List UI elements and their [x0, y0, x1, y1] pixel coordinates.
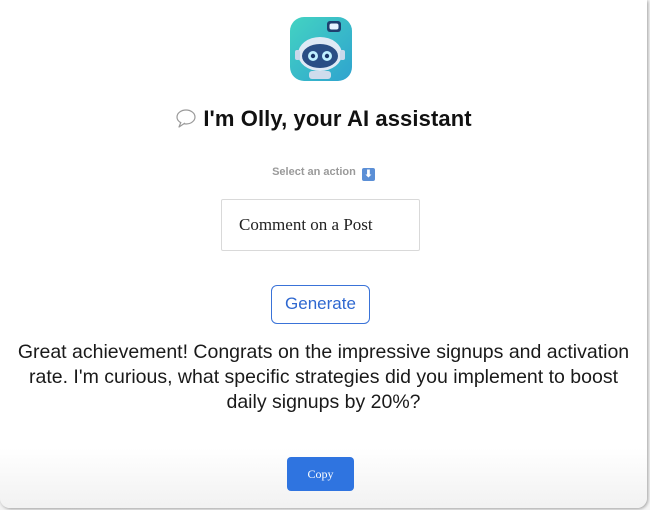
- select-action-label: Select an action ⬇: [0, 166, 647, 181]
- title-text: I'm Olly, your AI assistant: [203, 106, 472, 131]
- speech-bubble-icon: [175, 107, 197, 129]
- generated-comment-text: Great achievement! Congrats on the impre…: [17, 341, 630, 413]
- browser-background: I'm Olly, your AI assistant Select an ac…: [0, 0, 650, 510]
- assistant-popup: I'm Olly, your AI assistant Select an ac…: [0, 0, 647, 508]
- assistant-title: I'm Olly, your AI assistant: [0, 106, 647, 132]
- robot-logo-icon: [289, 16, 353, 82]
- select-label-text: Select an action: [272, 166, 356, 178]
- generate-button[interactable]: Generate: [271, 285, 370, 324]
- down-arrow-icon: ⬇: [361, 168, 375, 181]
- action-select[interactable]: Comment on a Post: [221, 199, 420, 251]
- copy-button[interactable]: Copy: [287, 457, 354, 491]
